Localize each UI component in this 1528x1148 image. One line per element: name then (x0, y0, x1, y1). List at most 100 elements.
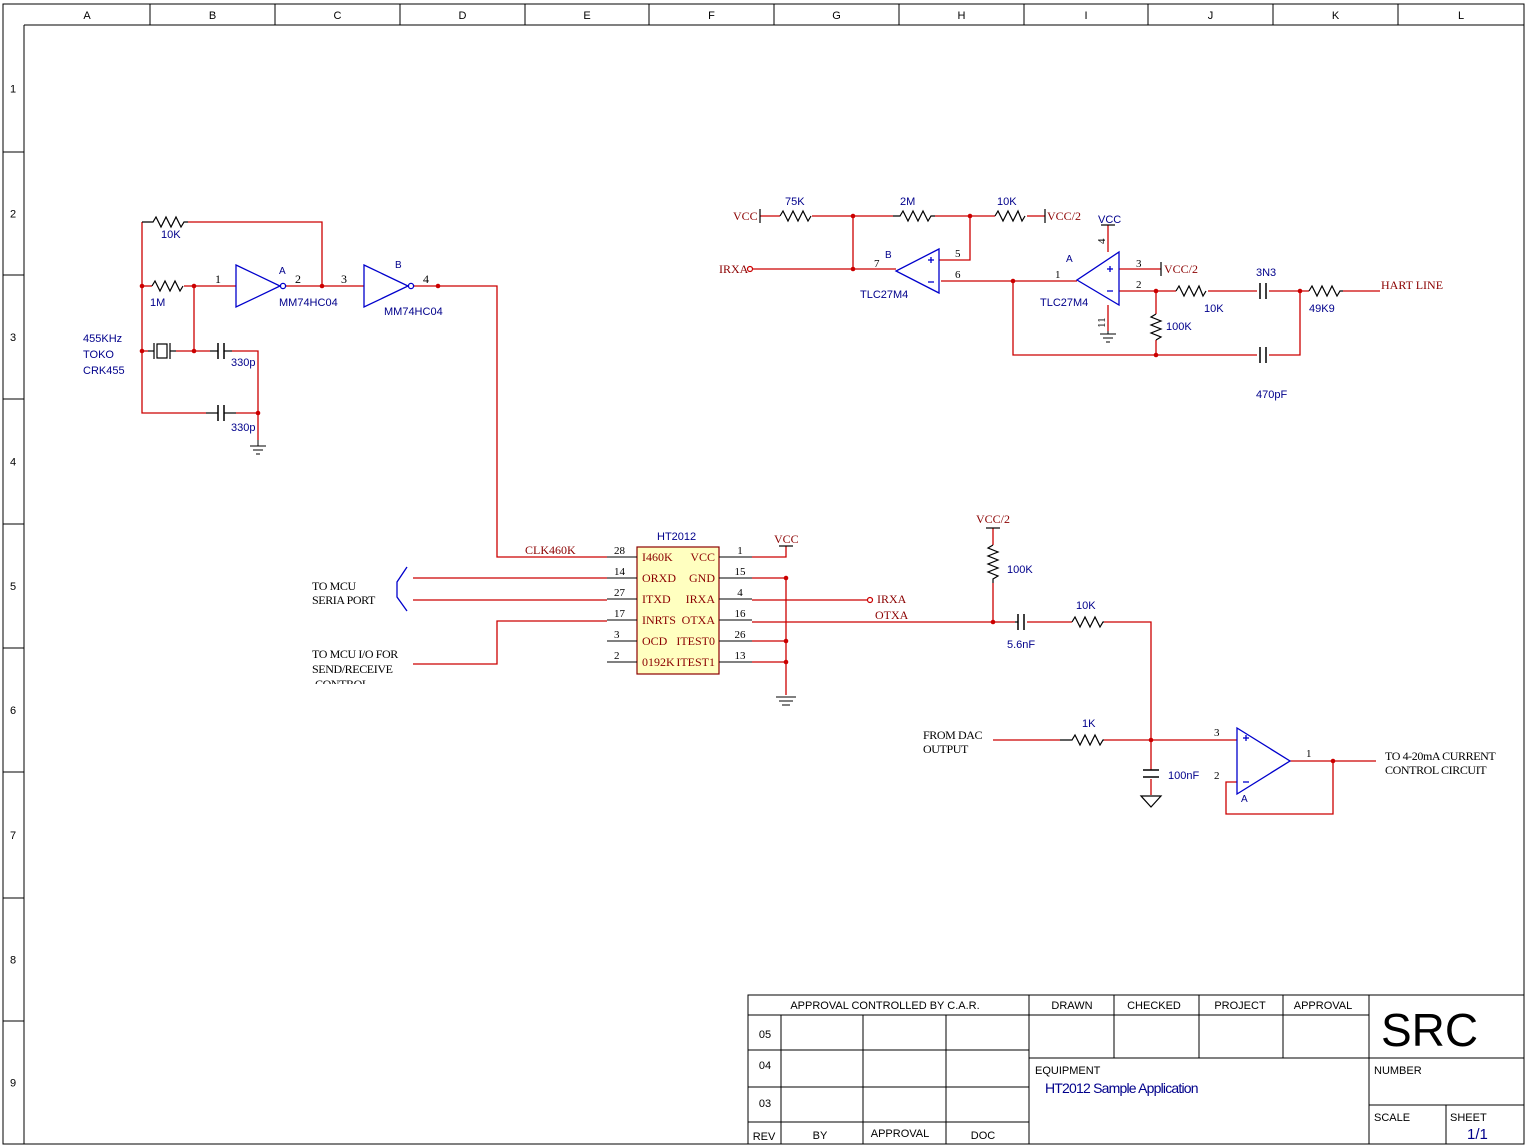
label-r-75k: 75K (785, 196, 805, 208)
net-vcc-ic: VCC (774, 532, 799, 546)
capacitor-3n3 (1259, 283, 1267, 299)
label-res-1m: 1M (150, 297, 165, 309)
ic-title: HT2012 (657, 531, 696, 543)
ht2012-ic: HT2012 28 I460K14 ORXD27 ITXD17 INRTS3 OCD2 01… (300, 531, 1015, 706)
label-r-49k9: 49K9 (1309, 303, 1335, 315)
net-vcc-half-pin3: VCC/2 (1164, 262, 1198, 276)
ic-pin-number: 15 (735, 566, 747, 578)
resistor-100k-rx (1149, 313, 1163, 341)
ic-pin-number: 26 (735, 629, 747, 641)
schematic-sheet: ABCDEFGHIJKL 123456789 10K 1M 455KHz TOK… (2, 3, 1525, 1145)
resistor-10k-feedback (142, 215, 188, 229)
resistor-1m (151, 279, 184, 293)
label-sheet: SHEET (1450, 1112, 1487, 1124)
pin-opamp-b-5: 5 (955, 248, 961, 260)
label-crystal-freq: 455KHz (83, 333, 122, 345)
row-label-8: 8 (10, 955, 16, 967)
opamp-b-icon (894, 247, 940, 295)
label-buf-unit: A (1241, 794, 1248, 805)
row-label-5: 5 (10, 581, 16, 593)
ic-pin-number: 1 (737, 545, 743, 557)
resistor-1k (1060, 733, 1104, 747)
ic-pin-name: ITXD (642, 592, 671, 606)
net-irxa-out: IRXA (877, 592, 907, 606)
resistor-100k-tx (986, 544, 1000, 583)
transmit-circuit: 100K 5.6nF 10K 1K 100nF A VCC/2 3 2 1 FR… (923, 512, 1497, 815)
column-label-E: E (583, 10, 590, 22)
label-r-100k-tx: 100K (1007, 564, 1033, 576)
receiver-circuit: 75K 2M 10K B TLC27M4 A TLC27M4 VCC 3N3 1… (719, 196, 1443, 401)
capacitor-5-6nf (1015, 614, 1025, 630)
ic-pin-number: 14 (614, 566, 626, 578)
title-block: APPROVAL CONTROLLED BY C.A.R. 05 04 03 R… (747, 994, 1525, 1145)
oscillator-circuit: 10K 1M 455KHz TOKO CRK455 330p 330p A MM… (83, 215, 607, 558)
ic-pin-number: 13 (735, 650, 747, 662)
row-label-3: 3 (10, 332, 16, 344)
label-equipment: EQUIPMENT (1035, 1065, 1101, 1077)
label-checked: CHECKED (1127, 1000, 1181, 1012)
ic-pin-name: ORXD (642, 571, 676, 585)
label-approval-controlled: APPROVAL CONTROLLED BY C.A.R. (790, 1000, 979, 1012)
net-clk460k: CLK460K (525, 543, 576, 557)
column-label-C: C (334, 10, 342, 22)
label-drawn: DRAWN (1051, 1000, 1092, 1012)
capacitor-100nf (1143, 769, 1159, 778)
rev-row-05: 05 (759, 1029, 771, 1041)
pin-inv-b-out: 4 (423, 272, 429, 286)
column-label-H: H (958, 10, 966, 22)
opamp-buffer-icon (1236, 726, 1292, 796)
drawing-frame (2, 3, 1525, 1145)
label-inv-b-unit: B (395, 260, 402, 271)
label-approval: APPROVAL (1294, 1000, 1353, 1012)
rev-row-03: 03 (759, 1098, 771, 1110)
net-vcc: VCC (733, 209, 758, 223)
label-inv-a-unit: A (279, 266, 286, 277)
label-res-10k: 10K (161, 229, 181, 241)
ic-pin-number: 4 (737, 587, 743, 599)
label-inv-b-part: MM74HC04 (384, 306, 443, 318)
label-number: NUMBER (1374, 1065, 1422, 1077)
row-label-9: 9 (10, 1078, 16, 1090)
pin-opamp-a-2: 2 (1136, 279, 1142, 291)
label-crystal-brand: TOKO (83, 349, 114, 361)
label-out-1: TO 4-20mA CURRENT (1385, 749, 1496, 763)
ic-pin-name: I460K (642, 550, 673, 564)
column-label-A: A (83, 10, 91, 22)
pin-opamp-b-7: 7 (874, 258, 880, 270)
label-doc: DOC (971, 1130, 996, 1142)
pin-buf-3: 3 (1214, 727, 1220, 739)
resistor-10k-rx (994, 209, 1026, 223)
ic-pin-name: OTXA (682, 613, 716, 627)
label-opamp-b-unit: B (885, 250, 892, 261)
ic-pin-name: OCD (642, 634, 668, 648)
company-logo: SRC (1381, 1004, 1478, 1056)
label-vcc-opamp-a: VCC (1098, 214, 1121, 226)
pin-buf-1: 1 (1306, 748, 1312, 760)
net-otxa: OTXA (875, 608, 909, 622)
ic-pin-name: ITEST1 (676, 655, 715, 669)
ic-pin-name: INRTS (642, 613, 676, 627)
ic-pin-name: 0192K (642, 655, 675, 669)
label-r-2m: 2M (900, 196, 915, 208)
label-c-3n3: 3N3 (1256, 267, 1276, 279)
pin-opamp-a-4: 4 (1096, 238, 1108, 244)
net-hart-line: HART LINE (1381, 278, 1443, 292)
label-c-100nf: 100nF (1168, 770, 1199, 782)
pin-opamp-a-11: 11 (1096, 317, 1108, 328)
label-opamp-a-unit: A (1066, 254, 1073, 265)
resistor-49k9 (1308, 284, 1343, 298)
ground-triangle-icon (1139, 795, 1163, 808)
ic-pin-number: 16 (735, 608, 747, 620)
label-inv-a-part: MM74HC04 (279, 297, 338, 309)
sheet-value: 1/1 (1467, 1126, 1488, 1143)
column-label-B: B (209, 10, 216, 22)
ic-pin-number: 17 (614, 608, 626, 620)
ground-icon (250, 440, 266, 455)
label-cap-top: 330p (231, 357, 255, 369)
column-label-L: L (1458, 10, 1464, 22)
label-out-2: CONTROL CIRCUIT (1385, 763, 1487, 777)
inverter-b-icon (363, 263, 415, 309)
label-mcu-serial-1: TO MCU (312, 579, 356, 593)
label-opamp-a-part: TLC27M4 (1040, 297, 1088, 309)
column-label-J: J (1208, 10, 1214, 22)
